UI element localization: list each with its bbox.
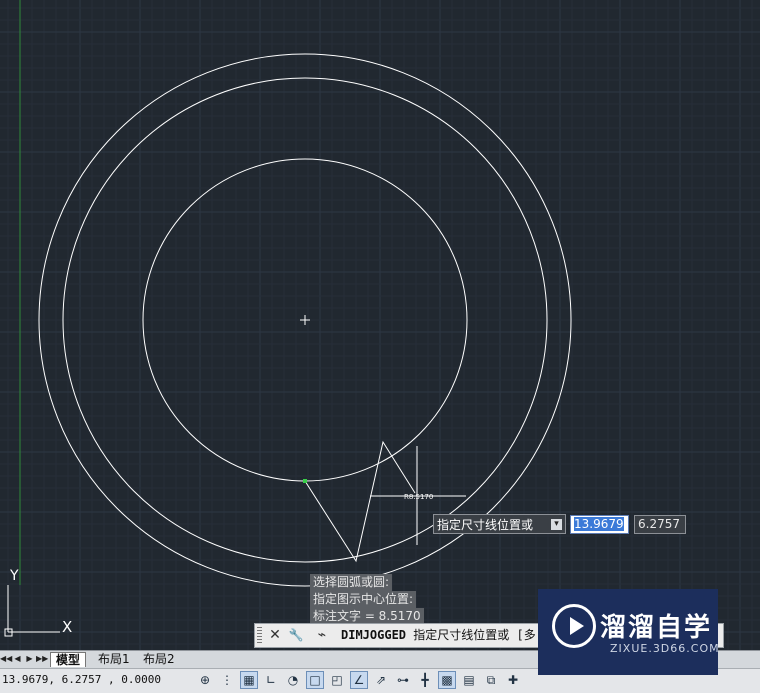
ucs-x-label: X (62, 618, 72, 636)
ortho-mode-icon[interactable]: ∟ (262, 671, 280, 689)
object-snap-icon[interactable]: □ (306, 671, 324, 689)
history-line-1: 选择圆弧或圆: (310, 574, 393, 591)
lineweight-icon[interactable]: ╋ (416, 671, 434, 689)
command-prompt[interactable]: DIMJOGGED 指定尺寸线位置或 [多 (341, 624, 536, 647)
drawing-geometry: R8.5170 Y X (4, 0, 572, 637)
close-icon[interactable]: ✕ (266, 626, 284, 645)
watermark-subtitle: ZIXUE.3D66.COM (610, 642, 720, 655)
tab-layout2[interactable]: 布局2 (138, 652, 180, 666)
selection-cycling-icon[interactable]: ⧉ (482, 671, 500, 689)
tab-last-icon[interactable]: ▶▶ (36, 653, 48, 665)
tab-prev-icon[interactable]: ◀ (12, 653, 23, 665)
grip-point[interactable] (303, 479, 307, 483)
ucs-y-label: Y (9, 568, 19, 584)
infer-constraints-icon[interactable]: ⊕ (196, 671, 214, 689)
dynamic-ucs-icon[interactable]: ⇗ (372, 671, 390, 689)
command-icon[interactable]: ⌁ (313, 626, 331, 645)
watermark-logo: 溜溜自学 ZIXUE.3D66.COM (538, 589, 720, 675)
dropdown-arrow-icon[interactable]: ▾ (551, 519, 562, 530)
quick-properties-icon[interactable]: ▤ (460, 671, 478, 689)
3d-object-snap-icon[interactable]: ◰ (328, 671, 346, 689)
snap-mode-icon[interactable]: ⋮ (218, 671, 236, 689)
watermark-title: 溜溜自学 (600, 613, 713, 643)
dimension-text: R8.5170 (404, 493, 433, 501)
command-name: DIMJOGGED (341, 628, 407, 642)
dynamic-input-icon[interactable]: ⊶ (394, 671, 412, 689)
tab-next-icon[interactable]: ▶ (24, 653, 35, 665)
command-line-grip[interactable] (257, 627, 262, 644)
grid-display-icon[interactable]: ▦ (240, 671, 258, 689)
dynamic-input-x[interactable]: 13.9679 (570, 515, 629, 534)
coordinate-readout[interactable]: 13.9679, 6.2757 , 0.0000 (2, 673, 161, 686)
command-history: 选择圆弧或圆: 指定图示中心位置: 标注文字 = 8.5170 (310, 574, 424, 625)
transparency-icon[interactable]: ▩ (438, 671, 456, 689)
command-prompt-text: 指定尺寸线位置或 [多 (413, 628, 536, 642)
dynamic-prompt-tooltip: 指定尺寸线位置或 ▾ (433, 514, 566, 534)
polar-tracking-icon[interactable]: ◔ (284, 671, 302, 689)
tab-model[interactable]: 模型 (50, 652, 87, 667)
annotation-monitor-icon[interactable]: ✚ (504, 671, 522, 689)
drawing-canvas[interactable]: R8.5170 Y X 选择圆弧或圆: 指定图示中心位置: 标注文字 = 8.5… (0, 0, 760, 650)
customize-wrench-icon[interactable]: 🔧 (287, 626, 305, 645)
object-snap-tracking-icon[interactable]: ∠ (350, 671, 368, 689)
tab-layout1[interactable]: 布局1 (93, 652, 135, 666)
dynamic-input-x-value: 13.9679 (574, 517, 624, 531)
play-logo-icon (552, 604, 596, 648)
tab-first-icon[interactable]: ◀◀ (0, 653, 12, 665)
history-line-2: 指定图示中心位置: (310, 591, 417, 608)
dynamic-input-y[interactable]: 6.2757 (634, 515, 686, 534)
dynamic-prompt-text: 指定尺寸线位置或 (437, 518, 534, 532)
